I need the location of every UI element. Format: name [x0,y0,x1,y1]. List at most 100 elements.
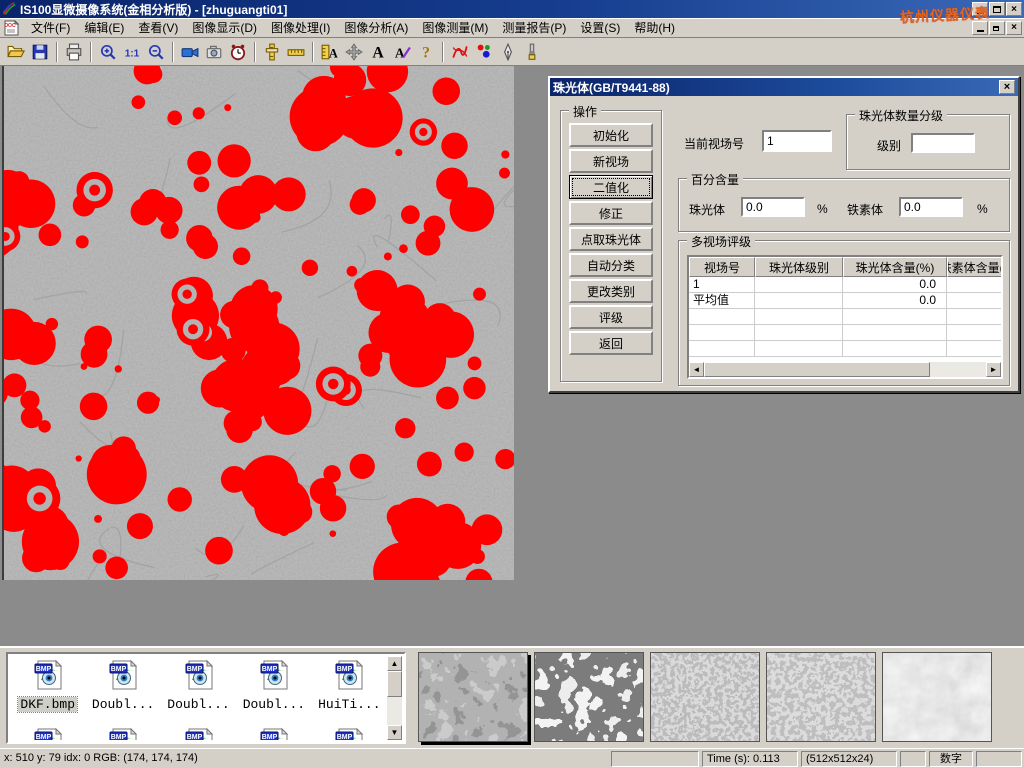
scroll-right-icon[interactable]: ► [986,362,1001,377]
dialog-title-bar[interactable]: 珠光体(GB/T9441-88) × [550,78,1018,96]
save-icon[interactable] [28,40,52,64]
table-row[interactable]: 平均值0.0 [689,293,1001,309]
file-item[interactable]: BMP [161,724,236,740]
table-header-1[interactable]: 珠光体级别 [755,257,843,277]
menu-item-view[interactable]: 查看(V) [131,19,185,37]
pearlite-dialog: 珠光体(GB/T9441-88) × 操作 初始化新视场二值化修正点取珠光体自动… [548,76,1020,393]
browser-vscrollbar[interactable]: ▲ ▼ [387,656,402,740]
help-icon[interactable]: ? [414,40,438,64]
table-cell [843,309,947,325]
table-hscrollbar[interactable]: ◄ ► [689,362,1001,377]
table-header-3[interactable]: 铁素体含量(%) [947,257,1003,277]
menu-item-image-measure[interactable]: 图像测量(M) [415,19,495,37]
document-icon: DOC [3,20,20,36]
ferrite-percent-input[interactable] [899,197,963,217]
menu-item-measure-report[interactable]: 测量报告(P) [495,19,573,37]
new-field-button[interactable]: 新视场 [569,149,653,173]
actual-size-icon[interactable]: 1:1 [120,40,144,64]
measure-text-icon[interactable]: A [318,40,342,64]
close-button[interactable]: × [1006,2,1022,16]
file-item[interactable]: BMPDKF.bmp [10,656,85,712]
camera-capture-icon[interactable] [202,40,226,64]
ruler-icon[interactable] [284,40,308,64]
menu-item-settings[interactable]: 设置(S) [573,19,627,37]
print-icon[interactable] [62,40,86,64]
pick-pearlite-button[interactable]: 点取珠光体 [569,227,653,251]
binarize-button[interactable]: 二值化 [569,175,653,199]
pen-tool-icon[interactable] [496,40,520,64]
operation-group: 操作 初始化新视场二值化修正点取珠光体自动分类更改类别评级返回 [560,110,662,382]
svg-text:1:1: 1:1 [125,48,140,59]
file-name: Doubl... [165,697,231,712]
table-row[interactable] [689,325,1001,341]
file-item[interactable]: BMPDoubl... [85,656,160,712]
menu-item-help[interactable]: 帮助(H) [627,19,682,37]
dialog-close-icon[interactable]: × [999,80,1015,94]
scroll-thumb[interactable] [704,362,930,377]
thumbnail-5[interactable] [882,652,992,742]
caliper-icon[interactable] [260,40,284,64]
return-button[interactable]: 返回 [569,331,653,355]
file-item[interactable]: BMP [85,724,160,740]
menu-item-image-analysis[interactable]: 图像分析(A) [337,19,415,37]
maximize-button[interactable] [989,2,1005,16]
change-class-button[interactable]: 更改类别 [569,279,653,303]
mdi-close-button[interactable]: × [1006,21,1022,35]
mdi-restore-button[interactable] [989,21,1005,35]
curve-tool-icon[interactable] [448,40,472,64]
bmp-file-icon: BMP [182,658,216,697]
zoom-in-icon[interactable] [96,40,120,64]
file-item[interactable]: BMPDoubl... [236,656,311,712]
file-item[interactable]: BMPHuiTi... [312,656,387,712]
menu-item-edit[interactable]: 编辑(E) [77,19,131,37]
timer-icon[interactable] [226,40,250,64]
thumbnail-1[interactable] [418,652,528,742]
file-item[interactable]: BMP [236,724,311,740]
table-cell [755,309,843,325]
file-item[interactable]: BMP [10,724,85,740]
rating-table[interactable]: 视场号珠光体级别珠光体含量(%)铁素体含量(%) 10.0平均值0.0 ◄ ► [687,255,1003,379]
thumbnail-2[interactable] [534,652,644,742]
brush-tool-icon[interactable] [520,40,544,64]
file-browser: BMPDKF.bmpBMPDoubl...BMPDoubl...BMPDoubl… [6,652,406,744]
mdi-minimize-button[interactable] [972,21,988,35]
scroll-thumb[interactable] [387,671,402,697]
auto-classify-button[interactable]: 自动分类 [569,253,653,277]
table-row[interactable] [689,309,1001,325]
current-field-input[interactable] [762,130,832,152]
operation-group-label: 操作 [569,103,601,120]
table-header-2[interactable]: 珠光体含量(%) [843,257,947,277]
menu-item-file[interactable]: 文件(F) [24,19,77,37]
scroll-left-icon[interactable]: ◄ [689,362,704,377]
open-icon[interactable] [4,40,28,64]
menu-item-image-processing[interactable]: 图像处理(I) [264,19,337,37]
menu-item-image-display[interactable]: 图像显示(D) [185,19,264,37]
scroll-down-icon[interactable]: ▼ [387,725,402,740]
classify-tool-icon[interactable] [472,40,496,64]
scroll-up-icon[interactable]: ▲ [387,656,402,671]
pearlite-percent-input[interactable] [741,197,805,217]
zoom-out-icon[interactable] [144,40,168,64]
table-cell: 0.0 [843,293,947,309]
correct-button[interactable]: 修正 [569,201,653,225]
file-item[interactable]: BMPDoubl... [161,656,236,712]
table-header-0[interactable]: 视场号 [689,257,755,277]
table-row[interactable] [689,341,1001,357]
table-cell [755,325,843,341]
workspace: 珠光体(GB/T9441-88) × 操作 初始化新视场二值化修正点取珠光体自动… [0,66,1024,646]
bmp-file-icon: BMP [106,726,140,740]
grade-button[interactable]: 评级 [569,305,653,329]
level-input[interactable] [911,133,975,153]
thumbnail-3[interactable] [650,652,760,742]
video-capture-icon[interactable] [178,40,202,64]
file-item[interactable]: BMP [312,724,387,740]
initialize-button[interactable]: 初始化 [569,123,653,147]
edit-annotate-icon[interactable]: A [390,40,414,64]
move-cross-icon[interactable] [342,40,366,64]
minimize-button[interactable] [972,2,988,16]
file-name: DKF.bmp [18,697,77,712]
micrograph-image[interactable] [2,66,514,580]
table-row[interactable]: 10.0 [689,277,1001,293]
thumbnail-4[interactable] [766,652,876,742]
text-annotate-icon[interactable]: A [366,40,390,64]
